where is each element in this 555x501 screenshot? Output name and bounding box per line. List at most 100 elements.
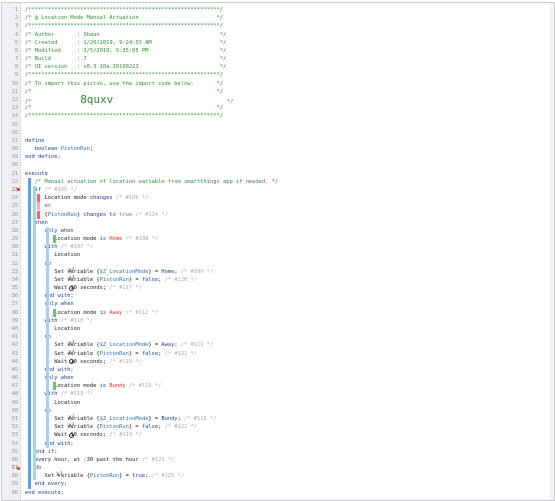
every-block-rail [33, 455, 36, 481]
code-token: /* #111 */ [177, 342, 214, 349]
code-token: /* #121 */ [161, 350, 198, 357]
code-token: is [99, 383, 110, 390]
line-number: 44 [11, 358, 18, 365]
code-line[interactable]: Location mode is Away /* #112 */ [25, 309, 158, 317]
code-line[interactable]: Set variable {PistonRun} = true; /* #125… [25, 472, 184, 480]
code-token: /* #118 */ [106, 358, 142, 365]
set-variable-icon: x² [68, 274, 76, 282]
code-line[interactable]: /* Author : Shaun */ [25, 31, 226, 39]
with-block-rail [46, 226, 49, 301]
code-line[interactable]: Set variable {PistonRun} = false; /* #12… [25, 423, 197, 431]
code-line[interactable]: /* @ Location Mode Manual Actuation */ [25, 14, 223, 22]
code-token: /* */ [25, 105, 223, 112]
code-token: /* #107 */ [60, 244, 94, 251]
line-number: 7 [14, 56, 18, 63]
line-number: 20 [11, 162, 18, 169]
piston-code-editor[interactable]: 1 2 3 4 5 6 7 8 9 10 11 12 13 14 15 16 17 18 19 20 21 22 23 24 2… [1, 2, 555, 501]
line-number-gutter: 1 2 3 4 5 6 7 8 9 10 11 12 13 14 15 16 17 18 19 20 21 22 23 24 2… [2, 3, 21, 500]
code-token: Set variable { [25, 276, 100, 283]
code-token: Bundy [109, 383, 126, 390]
code-token: PistonRun [47, 211, 77, 218]
line-number: 47 [11, 383, 18, 390]
code-line[interactable]: Set variable {PistonRun} = false; /* #12… [25, 350, 197, 358]
code-line[interactable]: Set variable {$Z_LocationMode} = Home; /… [25, 268, 213, 276]
code-line[interactable]: Set variable {$Z_LocationMode} = Bundy; … [25, 415, 217, 423]
code-line[interactable]: Set variable {PistonRun} = false; /* #12… [25, 276, 197, 284]
breakpoint-dot-icon[interactable] [17, 466, 20, 470]
code-line[interactable]: {PistonRun} changes to true /* #114 */ [25, 211, 167, 219]
code-line[interactable]: define [25, 137, 44, 145]
line-number: 30 [11, 244, 18, 251]
code-token: Wait 10 seconds; [25, 285, 107, 292]
code-token: /* #113 */ [60, 391, 94, 398]
code-token: PistonRun [60, 146, 90, 153]
code-line[interactable]: end every; [25, 480, 67, 488]
code-line[interactable]: /* Modified : 3/5/2019, 5:35:05 PM */ [25, 47, 226, 55]
code-token: end define; [25, 154, 61, 161]
code-token: } = [148, 416, 162, 422]
code-line[interactable]: /***************************************… [25, 112, 223, 120]
code-token: changes to [83, 211, 120, 218]
code-line[interactable]: /***************************************… [25, 22, 223, 30]
line-number: 17 [11, 137, 18, 144]
code-line[interactable]: execute [25, 170, 48, 178]
code-line[interactable]: end execute; [25, 489, 64, 497]
code-token: execute [25, 170, 48, 177]
code-token: /* UI version : v0.3.10a.20190223 */ [25, 64, 227, 71]
code-token: /* #112 */ [122, 309, 159, 316]
line-number: 46 [11, 375, 18, 382]
code-line[interactable]: /***************************************… [25, 6, 223, 14]
code-line[interactable]: Location mode changes /* #106 */ [25, 194, 148, 202]
line-number: 58 [11, 473, 18, 480]
code-token: Set variable { [25, 350, 100, 357]
line-number: 8 [14, 64, 18, 71]
code-token: } = [128, 350, 142, 357]
code-line[interactable]: Wait 10 seconds; /* #117 */ [25, 284, 142, 292]
line-number: 11 [11, 88, 18, 95]
line-number: 39 [11, 317, 18, 324]
vertical-scrollbar[interactable] [550, 3, 554, 500]
code-line[interactable]: /* Manual actuation of location variable… [25, 178, 278, 186]
code-token: Home [161, 268, 175, 275]
code-line[interactable]: /* 8quxv */ [25, 94, 233, 105]
line-number: 51 [11, 416, 18, 422]
code-token: /* #122 */ [161, 424, 198, 431]
code-token: Away [161, 342, 175, 349]
code-token: Set variable { [25, 342, 100, 349]
code-token: /* #117 */ [106, 285, 142, 292]
code-line[interactable]: Wait 10 seconds; /* #119 */ [25, 431, 142, 439]
code-token: /* #116 */ [180, 416, 217, 422]
code-token: true [132, 473, 146, 480]
line-number: 29 [11, 236, 18, 243]
restriction-marker [53, 382, 56, 391]
line-number: 40 [11, 326, 18, 333]
code-line[interactable]: /* To import this piston, use the import… [25, 80, 223, 88]
line-number: 33 [11, 268, 18, 275]
code-line[interactable]: /* Build : 7 */ [25, 55, 226, 63]
condition-marker [37, 194, 40, 203]
code-line[interactable]: boolean PistonRun; [25, 145, 93, 153]
code-line[interactable]: Location mode is Home /* #108 */ [25, 235, 158, 243]
code-token: } = [128, 424, 142, 431]
code-line[interactable]: /* */ [25, 104, 223, 112]
code-line[interactable]: /***************************************… [25, 71, 223, 79]
code-line[interactable]: every hour, at :30 past the hour /* #123… [25, 456, 175, 464]
code-line[interactable]: /* */ [25, 88, 223, 96]
code-line[interactable]: Wait 10 seconds; /* #118 */ [25, 358, 142, 366]
code-token: /* @ Location Mode Manual Actuation */ [25, 15, 223, 22]
line-number: 14 [11, 113, 18, 120]
code-token: /* #125 */ [148, 473, 185, 480]
code-line[interactable]: /* Created : 1/20/2019, 9:24:03 AM */ [25, 39, 226, 47]
code-token: /* Manual actuation of location variable… [25, 178, 279, 185]
set-variable-icon: x² [68, 348, 76, 356]
restriction-marker [53, 308, 56, 317]
code-line[interactable]: Set variable {$Z_LocationMode} = Away; /… [25, 341, 213, 349]
line-number: 3 [14, 23, 18, 30]
line-number: 52 [11, 424, 18, 431]
code-token: false [141, 350, 159, 357]
set-variable-icon: x² [68, 340, 76, 348]
code-line[interactable]: /* UI version : v0.3.10a.20190223 */ [25, 63, 226, 71]
code-token: /* #110 */ [60, 317, 94, 324]
set-variable-icon: x² [56, 471, 64, 479]
code-line[interactable]: end define; [25, 153, 61, 161]
